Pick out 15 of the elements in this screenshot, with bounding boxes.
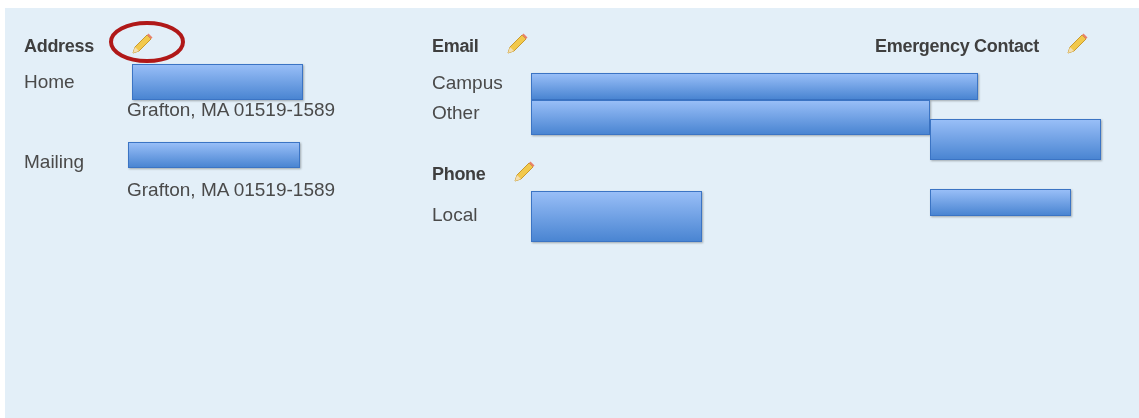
pencil-icon[interactable]	[504, 32, 529, 56]
section-heading: Email	[432, 36, 479, 56]
address-text: Grafton, MA 01519-1589	[127, 178, 336, 202]
field-label: Home	[24, 70, 76, 94]
address-text: Grafton, MA 01519-1589	[127, 98, 336, 122]
field-label: Other	[432, 101, 481, 125]
pencil-icon[interactable]	[511, 160, 536, 184]
pencil-icon[interactable]	[129, 32, 154, 56]
field-label: Mailing	[24, 150, 86, 174]
field-label: Campus	[432, 71, 504, 95]
section-heading: Phone	[432, 164, 486, 184]
section-heading: Emergency Contact	[875, 36, 1039, 56]
pencil-icon[interactable]	[1065, 32, 1089, 56]
section-heading: Address	[24, 36, 94, 56]
field-label: Local	[432, 203, 479, 227]
